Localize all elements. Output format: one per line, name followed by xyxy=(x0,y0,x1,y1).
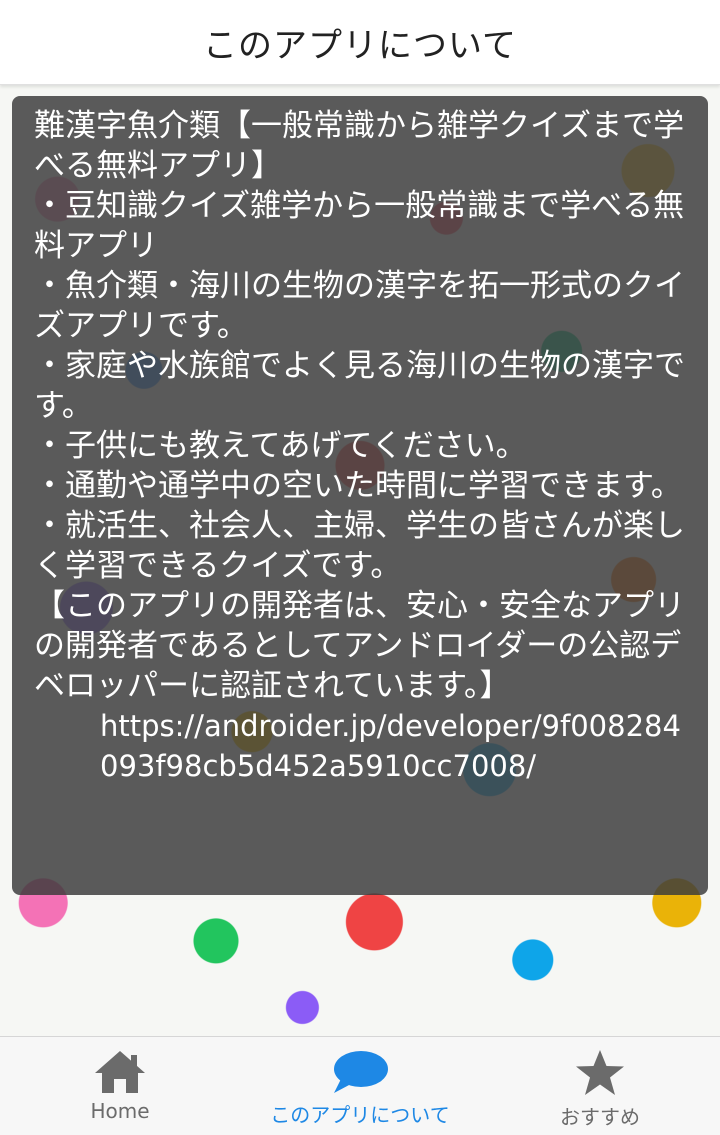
paragraph-bullet-2: ・魚介類・海川の生物の漢字を拓一形式のクイズアプリです。 xyxy=(34,268,685,344)
nav-label-home: Home xyxy=(90,1099,150,1123)
speech-bubble-icon xyxy=(334,1051,388,1093)
paragraph-bullet-6: ・就活生、社会人、主婦、学生の皆さんが楽しく学習できるクイズです。 xyxy=(34,508,685,584)
about-text-panel: 難漢字魚介類【一般常識から雑学クイズまで学べる無料アプリ】 ・豆知識クイズ雑学か… xyxy=(12,96,708,895)
star-icon xyxy=(576,1050,624,1095)
bottom-navigation: Home このアプリについて おすすめ xyxy=(0,1036,720,1135)
nav-item-recommend[interactable]: おすすめ xyxy=(480,1037,720,1135)
nav-item-home[interactable]: Home xyxy=(0,1037,240,1135)
paragraph-developer-note: 【このアプリの開発者は、安心・安全なアプリの開発者であるとしてアンドロイダーの公… xyxy=(34,588,685,704)
paragraph-bullet-4: ・子供にも教えてあげてください。 xyxy=(34,428,527,464)
nav-item-about[interactable]: このアプリについて xyxy=(240,1037,480,1135)
paragraph-bullet-1: ・豆知識クイズ雑学から一般常識まで学べる無料アプリ xyxy=(34,188,685,264)
paragraph-bullet-5: ・通勤や通学中の空いた時間に学習できます。 xyxy=(34,468,682,504)
developer-url-link[interactable]: https://androider.jp/developer/9f0082840… xyxy=(34,706,698,786)
nav-label-about: このアプリについて xyxy=(270,1103,450,1127)
page-title: このアプリについて xyxy=(203,25,517,66)
app-header: このアプリについて xyxy=(0,0,720,85)
home-icon xyxy=(95,1051,145,1093)
paragraph-bullet-3: ・家庭や水族館でよく見る海川の生物の漢字です。 xyxy=(34,348,685,424)
paragraph-title: 難漢字魚介類【一般常識から雑学クイズまで学べる無料アプリ】 xyxy=(34,108,685,184)
nav-label-recommend: おすすめ xyxy=(560,1105,640,1129)
